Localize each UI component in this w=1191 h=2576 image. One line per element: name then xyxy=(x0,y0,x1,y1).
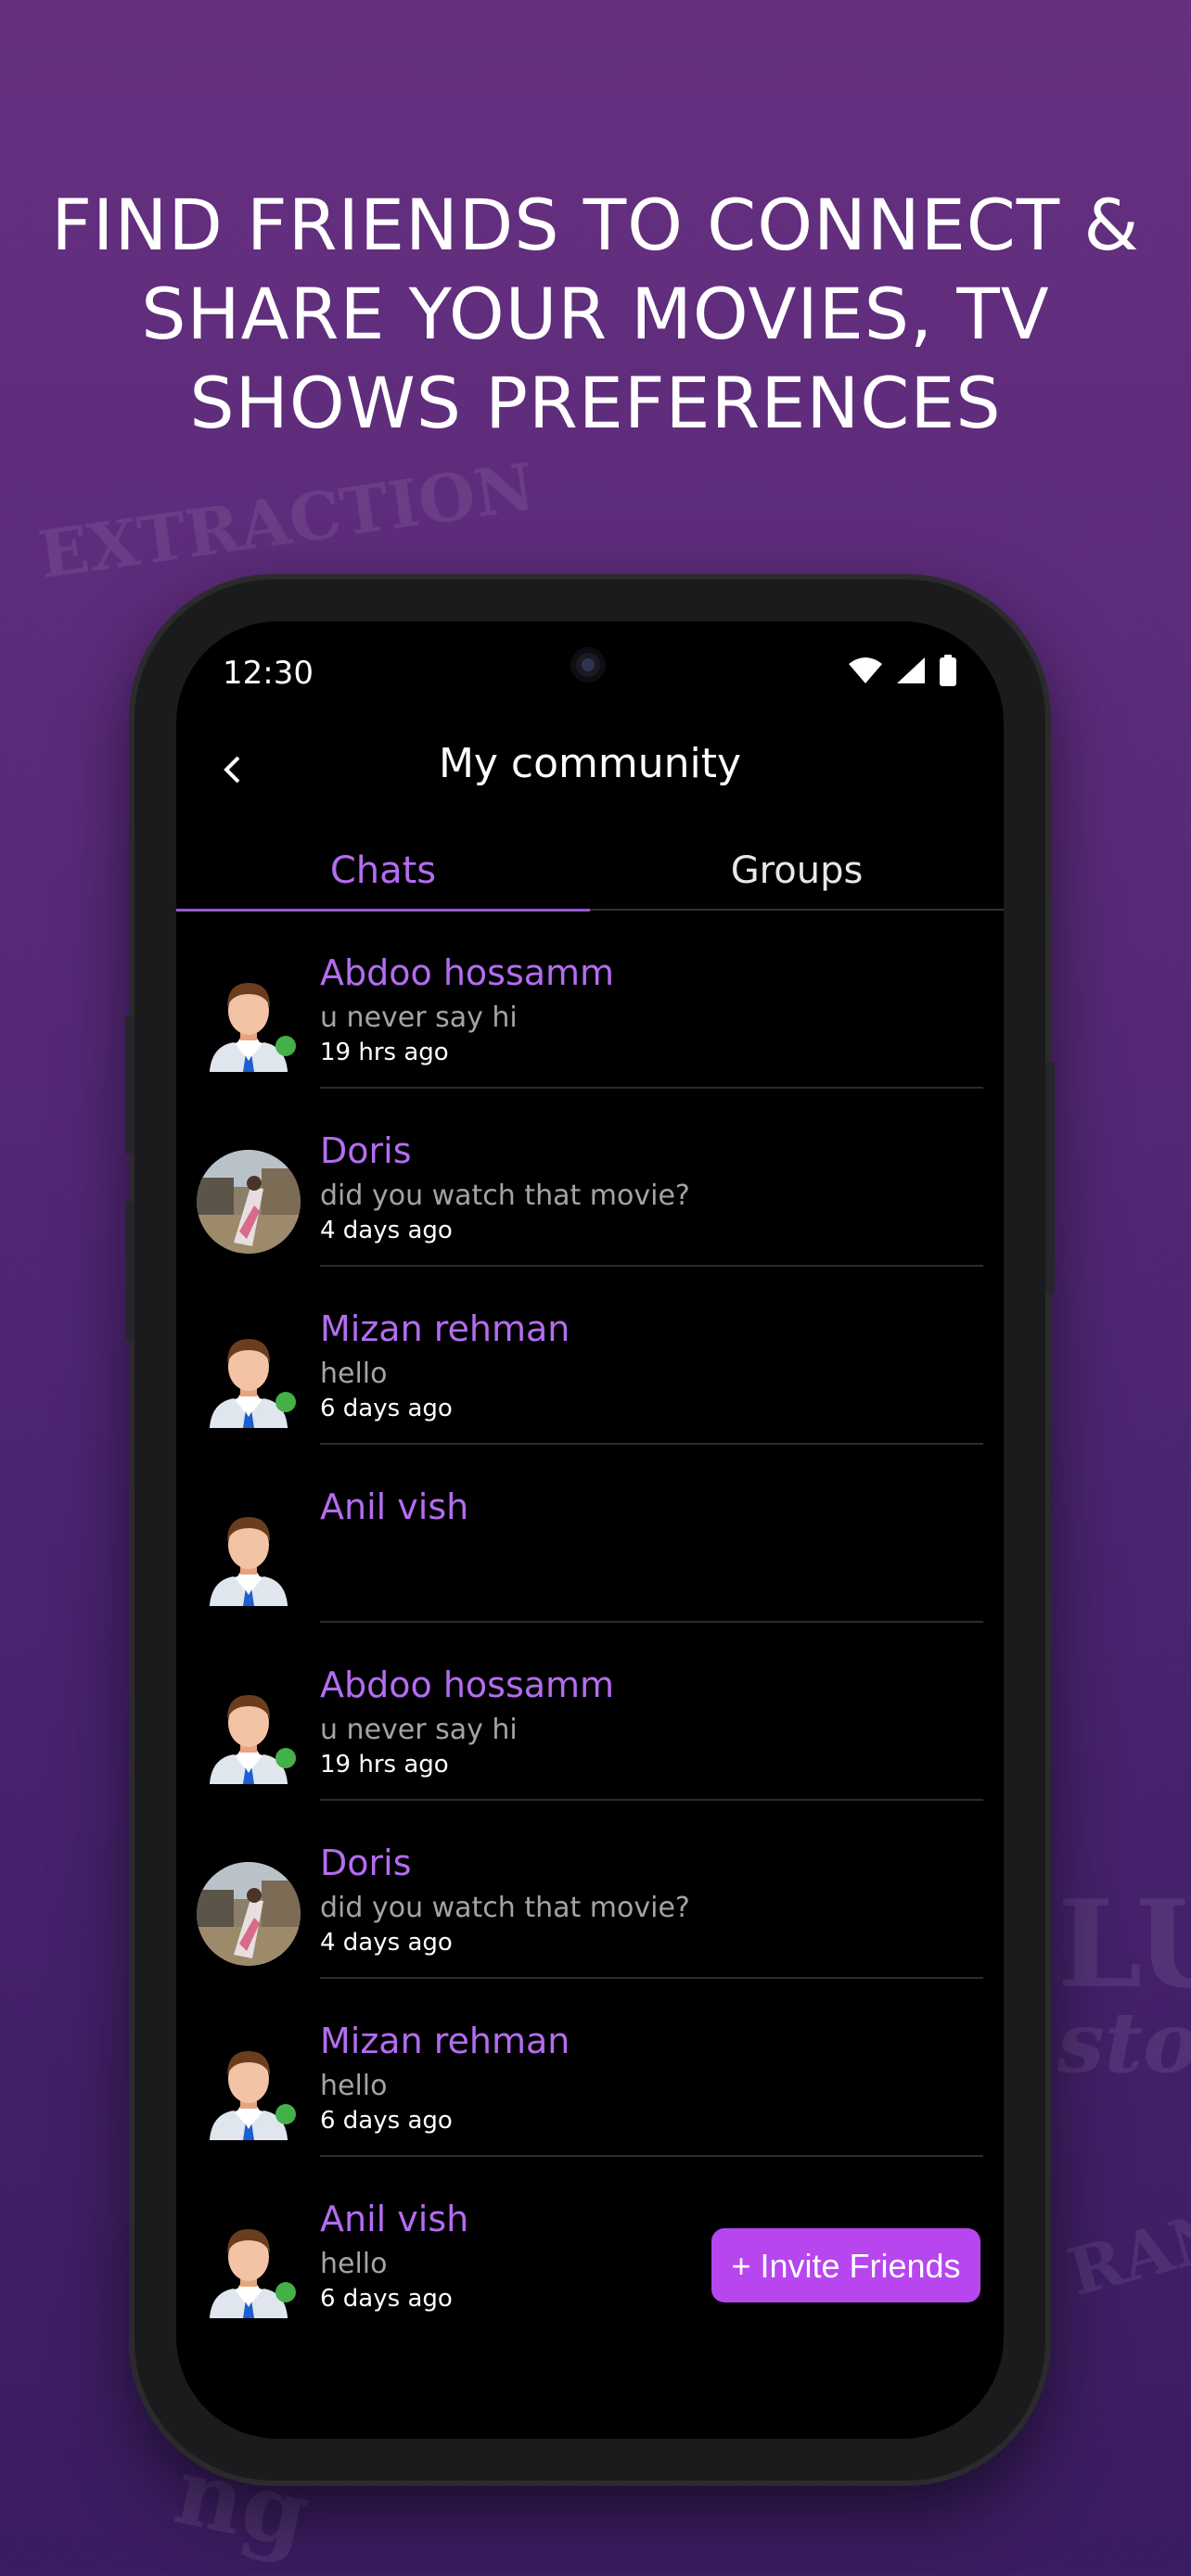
chat-contact-name: Anil vish xyxy=(320,2199,469,2239)
chat-contact-name: Mizan rehman xyxy=(320,1308,570,1349)
chat-timestamp: 6 days ago xyxy=(320,2107,453,2135)
online-status-dot xyxy=(275,1748,296,1768)
default-avatar-icon xyxy=(197,2040,301,2144)
chat-contact-name: Anil vish xyxy=(320,1486,469,1527)
chat-list-item[interactable]: Doris did you watch that movie? 4 days ago xyxy=(176,1801,1004,1979)
chat-contact-name: Doris xyxy=(320,1130,412,1171)
chat-last-message: hello xyxy=(320,1358,388,1390)
user-photo-avatar xyxy=(197,1862,301,1966)
online-status-dot xyxy=(275,1392,296,1412)
default-avatar-icon xyxy=(197,2218,301,2322)
phone-side-button xyxy=(125,1015,134,1154)
chat-timestamp: 6 days ago xyxy=(320,2285,453,2313)
promo-headline: FIND FRIENDS TO CONNECT & SHARE YOUR MOV… xyxy=(0,181,1191,448)
chat-contact-name: Abdoo hossamm xyxy=(320,1664,615,1705)
chat-last-message: did you watch that movie? xyxy=(320,1180,690,1212)
chat-timestamp: 19 hrs ago xyxy=(320,1751,449,1779)
chat-timestamp: 4 days ago xyxy=(320,1217,453,1244)
bg-poster-text: LU xyxy=(1057,1873,1191,2015)
battery-icon xyxy=(940,655,956,686)
chat-last-message: hello xyxy=(320,2070,388,2102)
headline-line: SHOWS PREFERENCES xyxy=(189,362,1002,444)
page-title: My community xyxy=(438,740,742,787)
chat-list-item[interactable]: Doris did you watch that movie? 4 days ago xyxy=(176,1089,1004,1267)
phone-side-button xyxy=(125,1201,134,1340)
phone-side-button xyxy=(1045,1062,1055,1294)
phone-frame: 12:30 My community Chats Groups Abdoo ho… xyxy=(125,580,1055,2480)
chat-last-message: did you watch that movie? xyxy=(320,1892,690,1924)
signal-icon xyxy=(897,657,925,683)
online-status-dot xyxy=(275,2104,296,2124)
phone-screen: 12:30 My community Chats Groups Abdoo ho… xyxy=(176,621,1004,2439)
chat-list-item[interactable]: Mizan rehman hello 6 days ago xyxy=(176,1267,1004,1445)
status-time: 12:30 xyxy=(223,655,314,692)
bg-poster-text: EXTRACTION xyxy=(33,447,539,594)
status-icons xyxy=(848,655,957,686)
bg-poster-text: stor xyxy=(1057,1994,1191,2092)
default-avatar-icon xyxy=(197,1506,301,1610)
tab-bar: Chats Groups xyxy=(176,844,1004,912)
default-avatar-icon xyxy=(197,1328,301,1432)
online-status-dot xyxy=(275,2282,296,2302)
chat-list-item[interactable]: Mizan rehman hello 6 days ago xyxy=(176,1979,1004,2157)
headline-line: SHARE YOUR MOVIES, TV xyxy=(141,273,1050,355)
wifi-icon xyxy=(849,657,882,683)
headline-line: FIND FRIENDS TO CONNECT & xyxy=(51,184,1140,266)
chat-last-message: hello xyxy=(320,2248,388,2280)
tab-groups[interactable]: Groups xyxy=(590,844,1004,909)
chat-contact-name: Mizan rehman xyxy=(320,2021,570,2061)
bg-poster-text: RANG xyxy=(1060,2179,1191,2312)
chat-list-item[interactable]: Abdoo hossamm u never say hi 19 hrs ago xyxy=(176,911,1004,1089)
chat-timestamp: 6 days ago xyxy=(320,1395,453,1422)
chat-contact-name: Abdoo hossamm xyxy=(320,952,615,993)
tab-chats[interactable]: Chats xyxy=(176,844,590,912)
online-status-dot xyxy=(275,1036,296,1056)
user-photo-avatar xyxy=(197,1150,301,1254)
chat-list-item[interactable]: Abdoo hossamm u never say hi 19 hrs ago xyxy=(176,1623,1004,1801)
camera-icon xyxy=(570,647,606,682)
chat-list: Abdoo hossamm u never say hi 19 hrs ago Do… xyxy=(176,911,1004,2335)
chat-timestamp: 4 days ago xyxy=(320,1929,453,1957)
chat-list-item[interactable]: Anil vish xyxy=(176,1445,1004,1623)
chat-contact-name: Doris xyxy=(320,1843,412,1883)
chat-last-message: u never say hi xyxy=(320,1001,518,1034)
default-avatar-icon xyxy=(197,972,301,1076)
chat-timestamp: 19 hrs ago xyxy=(320,1039,449,1066)
invite-friends-button[interactable]: + Invite Friends xyxy=(711,2228,980,2302)
chat-last-message: u never say hi xyxy=(320,1714,518,1746)
default-avatar-icon xyxy=(197,1684,301,1788)
app-header: My community xyxy=(176,733,1004,807)
